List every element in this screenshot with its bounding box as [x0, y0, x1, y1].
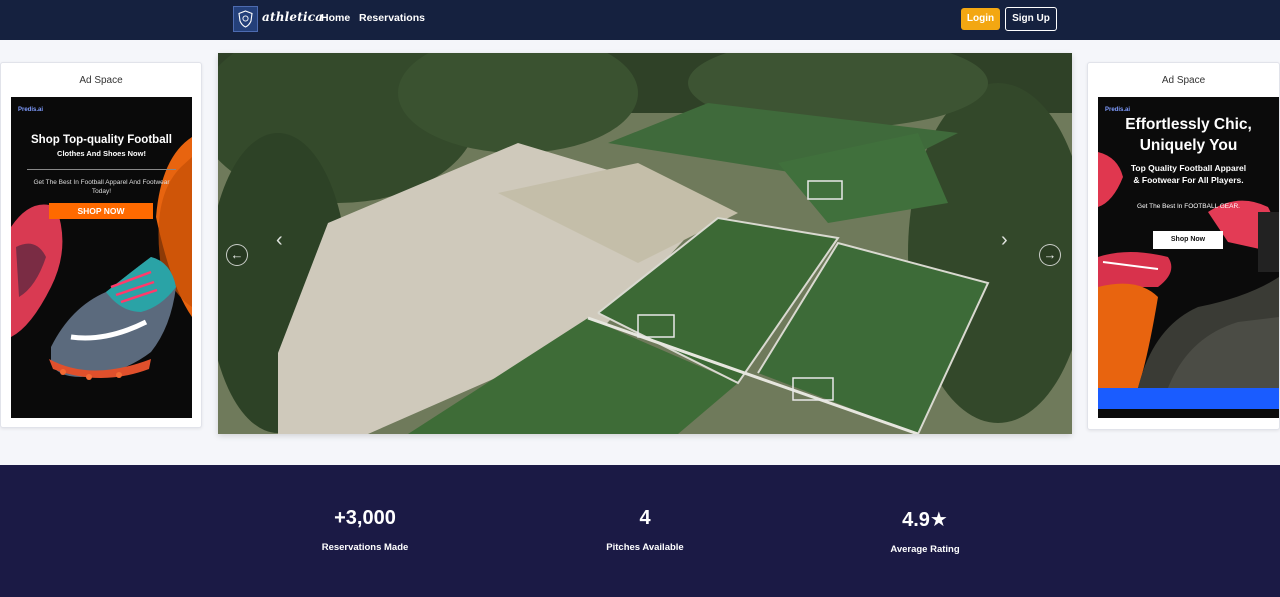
stat-label: Average Rating: [890, 544, 960, 555]
brand-name[interactable]: athletica: [262, 10, 323, 24]
ad-space-title: Ad Space: [1161, 75, 1206, 86]
ad-divider: [27, 169, 176, 170]
stat-value: +3,000: [334, 507, 396, 529]
carousel-prev-button[interactable]: ←: [226, 244, 248, 266]
stat-pitches: 4 Pitches Available: [545, 507, 745, 553]
ad-brand-label: Predis.ai: [18, 107, 44, 113]
stat-label: Pitches Available: [606, 542, 684, 553]
ad-shop-now-button[interactable]: Shop Now: [1153, 231, 1223, 249]
stats-section: +3,000 Reservations Made 4 Pitches Avail…: [0, 465, 1280, 597]
ad-headline-line1: Effortlessly Chic,: [1125, 116, 1252, 133]
ad-shop-now-button[interactable]: SHOP NOW: [49, 203, 153, 219]
stat-value: 4: [639, 507, 651, 529]
ad-subheadline: Clothes And Shoes Now!: [57, 149, 146, 158]
ad-space-title: Ad Space: [79, 75, 123, 86]
logo-shield-icon[interactable]: [233, 6, 258, 32]
ad-blue-bar: [1098, 388, 1279, 409]
stat-rating: 4.9★ Average Rating: [825, 507, 1025, 555]
carousel-next-button[interactable]: →: [1039, 244, 1061, 266]
ad-space-left: Ad Space Predis.ai Shop Top-quality Foot…: [0, 62, 202, 428]
nav-link-home[interactable]: Home: [321, 12, 350, 24]
stat-value: 4.9★: [902, 509, 948, 531]
login-button[interactable]: Login: [961, 8, 1000, 30]
carousel-chevron-right-icon[interactable]: ›: [1001, 229, 1008, 252]
carousel-chevron-left-icon[interactable]: ‹: [276, 229, 283, 252]
hero-carousel: ‹ › ← →: [218, 53, 1072, 434]
stat-reservations: +3,000 Reservations Made: [265, 507, 465, 553]
ad-headline: Shop Top-quality Football: [31, 134, 172, 146]
stat-label: Reservations Made: [321, 542, 409, 553]
ad-brand-label: Predis.ai: [1105, 107, 1131, 113]
ad-banner-left[interactable]: Predis.ai Shop Top-quality Football Clot…: [11, 97, 192, 418]
navbar: athletica Home Reservations Login Sign U…: [0, 0, 1280, 40]
ad-subheadline-line1: Top Quality Football Apparel: [1130, 163, 1247, 173]
ad-headline-line2: Uniquely You: [1139, 137, 1238, 154]
signup-button[interactable]: Sign Up: [1005, 7, 1057, 31]
ad-body-text: Get The Best In FOOTBALL GEAR.: [1137, 203, 1240, 210]
nav-link-reservations[interactable]: Reservations: [359, 12, 425, 24]
ad-banner-right[interactable]: Predis.ai Effortlessly Chic, Uniquely Yo…: [1098, 97, 1279, 418]
ad-body-text: Get The Best In Football Apparel And Foo…: [33, 179, 170, 195]
football-pitches-aerial-image: [218, 53, 1072, 434]
ad-space-right: Ad Space Predis.ai Effortlessly Chic, Un…: [1087, 62, 1280, 430]
ad-subheadline-line2: & Footwear For All Players.: [1133, 175, 1244, 185]
